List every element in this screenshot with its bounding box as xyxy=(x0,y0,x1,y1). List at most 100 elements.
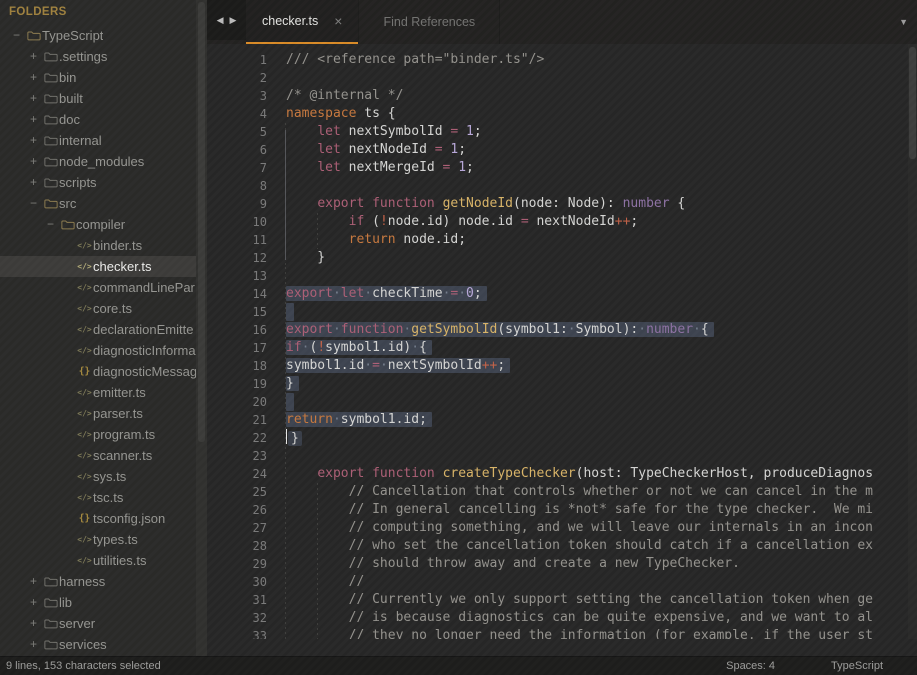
close-icon[interactable]: × xyxy=(334,13,342,29)
expand-icon[interactable]: + xyxy=(25,109,42,130)
line-number[interactable]: 1 xyxy=(207,51,267,69)
code-line-13[interactable]: 13 xyxy=(207,267,917,285)
code-line-9[interactable]: 9 export function getNodeId(node: Node):… xyxy=(207,195,917,213)
code-line-1[interactable]: 1/// <reference path="binder.ts"/> xyxy=(207,51,917,69)
tree-item-declarationemitte[interactable]: </>declarationEmitte xyxy=(0,319,207,340)
line-number[interactable]: 14 xyxy=(207,285,267,303)
tab-checker-ts[interactable]: checker.ts × xyxy=(246,0,358,44)
indentation-setting[interactable]: Spaces: 4 xyxy=(726,660,775,672)
tree-item-built[interactable]: +built xyxy=(0,88,207,109)
expand-icon[interactable]: + xyxy=(25,67,42,88)
line-number[interactable]: 31 xyxy=(207,591,267,609)
line-number[interactable]: 22 xyxy=(207,429,267,447)
code-line-7[interactable]: 7 let nextMergeId = 1; xyxy=(207,159,917,177)
code-line-26[interactable]: 26 // In general cancelling is *not* saf… xyxy=(207,501,917,519)
editor-scrollbar[interactable] xyxy=(908,44,917,639)
tree-item-parser-ts[interactable]: </>parser.ts xyxy=(0,403,207,424)
code-line-8[interactable]: 8 xyxy=(207,177,917,195)
line-number[interactable]: 9 xyxy=(207,195,267,213)
line-number[interactable]: 29 xyxy=(207,555,267,573)
tree-item-core-ts[interactable]: </>core.ts xyxy=(0,298,207,319)
tree-item-program-ts[interactable]: </>program.ts xyxy=(0,424,207,445)
code-line-10[interactable]: 10 if (!node.id) node.id = nextNodeId++; xyxy=(207,213,917,231)
code-line-17[interactable]: 17if·(!symbol1.id)·{ xyxy=(207,339,917,357)
line-number[interactable]: 12 xyxy=(207,249,267,267)
tree-item-utilities-ts[interactable]: </>utilities.ts xyxy=(0,550,207,571)
collapse-icon[interactable]: − xyxy=(8,25,25,46)
code-line-23[interactable]: 23 xyxy=(207,447,917,465)
tree-item--settings[interactable]: +.settings xyxy=(0,46,207,67)
tree-item-internal[interactable]: +internal xyxy=(0,130,207,151)
tree-item-bin[interactable]: +bin xyxy=(0,67,207,88)
tree-item-compiler[interactable]: −compiler xyxy=(0,214,207,235)
collapse-icon[interactable]: − xyxy=(42,214,59,235)
tree-item-src[interactable]: −src xyxy=(0,193,207,214)
code-line-21[interactable]: 21return·symbol1.id; xyxy=(207,411,917,429)
line-number[interactable]: 20 xyxy=(207,393,267,411)
line-number[interactable]: 10 xyxy=(207,213,267,231)
line-number[interactable]: 15 xyxy=(207,303,267,321)
line-number[interactable]: 19 xyxy=(207,375,267,393)
code-line-22[interactable]: 22} xyxy=(207,429,917,447)
line-number[interactable]: 24 xyxy=(207,465,267,483)
code-line-24[interactable]: 24 export function createTypeChecker(hos… xyxy=(207,465,917,483)
code-line-3[interactable]: 3/* @internal */ xyxy=(207,87,917,105)
code-line-11[interactable]: 11 return node.id; xyxy=(207,231,917,249)
line-number[interactable]: 21 xyxy=(207,411,267,429)
expand-icon[interactable]: + xyxy=(25,151,42,172)
line-number[interactable]: 18 xyxy=(207,357,267,375)
line-number[interactable]: 4 xyxy=(207,105,267,123)
expand-icon[interactable]: + xyxy=(25,172,42,193)
editor-scrollbar-thumb[interactable] xyxy=(909,47,916,159)
tab-list-dropdown-icon[interactable]: ▼ xyxy=(899,17,908,27)
code-line-28[interactable]: 28 // who set the cancellation token sho… xyxy=(207,537,917,555)
line-number[interactable]: 32 xyxy=(207,609,267,627)
tree-item-tsconfig-json[interactable]: {}tsconfig.json xyxy=(0,508,207,529)
line-number[interactable]: 25 xyxy=(207,483,267,501)
tree-item-tsc-ts[interactable]: </>tsc.ts xyxy=(0,487,207,508)
line-number[interactable]: 26 xyxy=(207,501,267,519)
code-line-33[interactable]: 33 // they no longer need the informatio… xyxy=(207,627,917,639)
expand-icon[interactable]: + xyxy=(25,571,42,592)
line-number[interactable]: 6 xyxy=(207,141,267,159)
sidebar-scrollbar-thumb[interactable] xyxy=(198,2,205,442)
line-number[interactable]: 2 xyxy=(207,69,267,87)
line-number[interactable]: 3 xyxy=(207,87,267,105)
line-number[interactable]: 7 xyxy=(207,159,267,177)
code-line-12[interactable]: 12 } xyxy=(207,249,917,267)
code-line-18[interactable]: 18symbol1.id·=·nextSymbolId++; xyxy=(207,357,917,375)
tree-item-sys-ts[interactable]: </>sys.ts xyxy=(0,466,207,487)
code-line-19[interactable]: 19} xyxy=(207,375,917,393)
line-number[interactable]: 16 xyxy=(207,321,267,339)
tab-scroll-left-icon[interactable]: ◀ xyxy=(217,15,224,26)
expand-icon[interactable]: + xyxy=(25,592,42,613)
tree-item-lib[interactable]: +lib xyxy=(0,592,207,613)
code-line-2[interactable]: 2 xyxy=(207,69,917,87)
code-line-4[interactable]: 4namespace ts { xyxy=(207,105,917,123)
tree-item-emitter-ts[interactable]: </>emitter.ts xyxy=(0,382,207,403)
tree-item-typescript[interactable]: −TypeScript xyxy=(0,25,207,46)
tree-item-doc[interactable]: +doc xyxy=(0,109,207,130)
line-number[interactable]: 8 xyxy=(207,177,267,195)
line-number[interactable]: 11 xyxy=(207,231,267,249)
code-line-29[interactable]: 29 // should throw away and create a new… xyxy=(207,555,917,573)
line-number[interactable]: 33 xyxy=(207,627,267,639)
line-number[interactable]: 23 xyxy=(207,447,267,465)
tree-item-diagnosticmessag[interactable]: {}diagnosticMessag xyxy=(0,361,207,382)
tree-item-diagnosticinforma[interactable]: </>diagnosticInforma xyxy=(0,340,207,361)
tree-item-checker-ts[interactable]: </>checker.ts xyxy=(0,256,207,277)
tree-item-scanner-ts[interactable]: </>scanner.ts xyxy=(0,445,207,466)
line-number[interactable]: 5 xyxy=(207,123,267,141)
code-line-15[interactable]: 15 xyxy=(207,303,917,321)
tree-item-scripts[interactable]: +scripts xyxy=(0,172,207,193)
tree-item-harness[interactable]: +harness xyxy=(0,571,207,592)
line-number[interactable]: 28 xyxy=(207,537,267,555)
expand-icon[interactable]: + xyxy=(25,46,42,67)
code-line-14[interactable]: 14export·let·checkTime·=·0; xyxy=(207,285,917,303)
code-line-25[interactable]: 25 // Cancellation that controls whether… xyxy=(207,483,917,501)
line-number[interactable]: 13 xyxy=(207,267,267,285)
tree-item-node-modules[interactable]: +node_modules xyxy=(0,151,207,172)
line-number[interactable]: 27 xyxy=(207,519,267,537)
tree-item-services[interactable]: +services xyxy=(0,634,207,655)
collapse-icon[interactable]: − xyxy=(25,193,42,214)
